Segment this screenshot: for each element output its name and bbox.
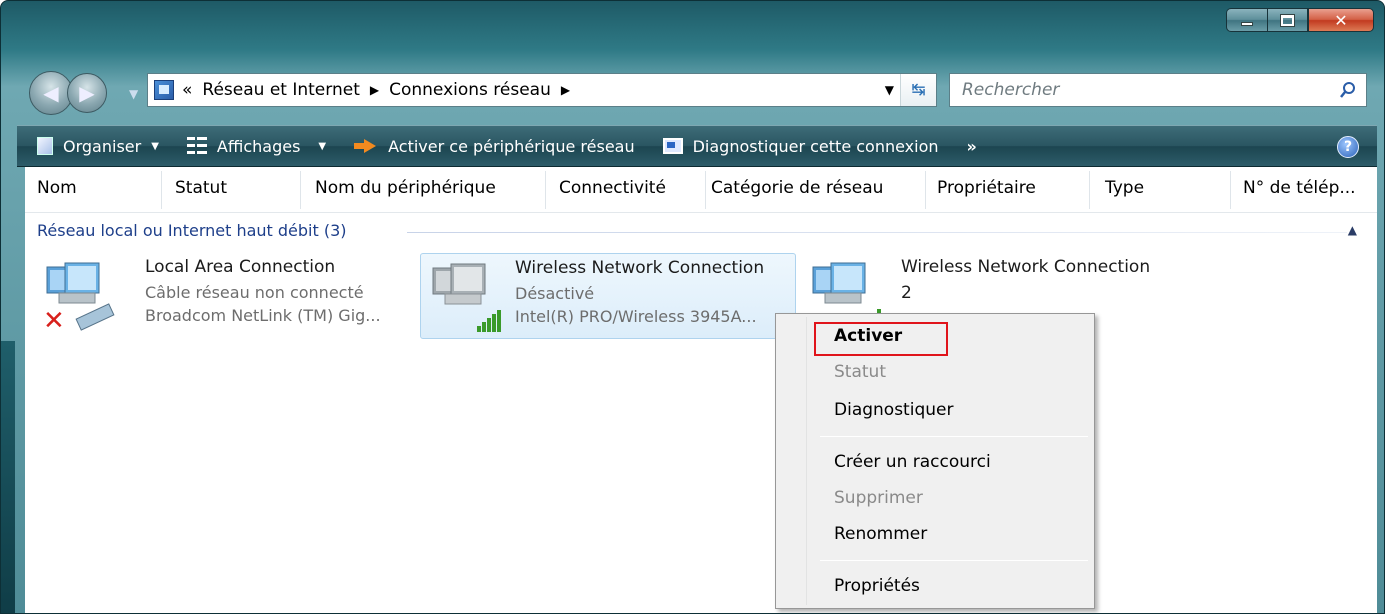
breadcrumb-network-internet[interactable]: Réseau et Internet [202, 80, 359, 100]
column-divider[interactable] [925, 171, 926, 209]
column-divider[interactable] [1089, 171, 1090, 209]
activate-device-label: Activer ce périphérique réseau [388, 136, 635, 156]
connection-name-suffix: 2 [901, 283, 912, 303]
menu-item-delete[interactable]: Supprimer [834, 488, 923, 508]
network-computer-disabled-icon [432, 263, 501, 332]
menu-separator [820, 560, 1088, 561]
connection-name: Local Area Connection [145, 257, 336, 277]
minimize-button[interactable] [1226, 8, 1267, 32]
column-header-type[interactable]: Type [1105, 178, 1144, 198]
close-icon: ✕ [1334, 10, 1348, 30]
menu-item-activate[interactable]: Activer [834, 326, 902, 346]
search-input[interactable]: Rechercher [962, 80, 1059, 100]
menu-item-diagnose[interactable]: Diagnostiquer [834, 400, 953, 420]
column-divider[interactable] [161, 171, 162, 209]
search-box[interactable]: Rechercher [949, 73, 1367, 107]
column-header-phone-number[interactable]: N° de télép... [1243, 178, 1356, 198]
menu-separator [820, 436, 1088, 437]
organize-icon [37, 137, 53, 155]
close-button[interactable]: ✕ [1308, 8, 1374, 32]
help-icon[interactable]: ? [1337, 136, 1359, 158]
navigation-bar: ◀ ▶ ▼ « Réseau et Internet ▶ Connexions … [29, 63, 1369, 119]
column-divider[interactable] [705, 171, 706, 209]
column-header-status[interactable]: Statut [175, 178, 227, 198]
views-label: Affichages [216, 136, 301, 156]
maximize-button[interactable] [1267, 8, 1308, 32]
address-dropdown-icon[interactable]: ▼ [885, 83, 894, 97]
svg-text:✕: ✕ [43, 306, 65, 333]
connection-name: Wireless Network Connection [515, 258, 765, 278]
menu-gutter [806, 317, 807, 605]
collapse-chevron-icon[interactable]: ▲ [1348, 223, 1357, 237]
column-header-owner[interactable]: Propriétaire [937, 178, 1036, 198]
arrow-right-icon [354, 139, 378, 153]
search-icon[interactable] [1338, 80, 1358, 100]
recent-pages-dropdown[interactable]: ▼ [129, 87, 138, 101]
back-arrow-icon: ◀ [43, 81, 59, 105]
column-divider[interactable] [300, 171, 301, 209]
column-divider[interactable] [1230, 171, 1231, 209]
menu-item-properties[interactable]: Propriétés [834, 576, 920, 596]
forward-button[interactable]: ▶ [67, 73, 107, 113]
views-icon [186, 137, 207, 155]
connection-item-local-area[interactable]: ✕ Local Area Connection Câble réseau non… [35, 253, 415, 339]
breadcrumb-network-connections[interactable]: Connexions réseau [389, 80, 551, 100]
network-computer-icon: ✕ [43, 262, 115, 333]
diagnose-connection-label: Diagnostiquer cette connexion [692, 136, 939, 156]
network-folder-icon [154, 80, 174, 100]
connection-status: Câble réseau non connecté [145, 283, 364, 302]
command-toolbar: Organiser ▼ Affichages ▼ Activer ce péri… [17, 125, 1377, 167]
menu-item-status[interactable]: Statut [834, 362, 886, 382]
forward-arrow-icon: ▶ [79, 81, 95, 105]
column-headers: Nom Statut Nom du périphérique Connectiv… [25, 167, 1377, 213]
column-header-network-category[interactable]: Catégorie de réseau [711, 178, 883, 198]
connection-device: Intel(R) PRO/Wireless 3945A... [515, 307, 757, 326]
context-menu: Activer Statut Diagnostiquer Créer un ra… [775, 313, 1095, 609]
diagnose-icon [662, 138, 683, 154]
maximize-icon [1281, 14, 1294, 26]
file-list-area: Nom Statut Nom du périphérique Connectiv… [25, 167, 1377, 613]
column-header-connectivity[interactable]: Connectivité [559, 178, 666, 198]
organize-label: Organiser [63, 136, 142, 156]
caption-buttons: ✕ [1226, 8, 1374, 36]
group-header[interactable]: Réseau local ou Internet haut débit (3) [37, 221, 347, 240]
connection-name: Wireless Network Connection [901, 257, 1151, 277]
column-divider[interactable] [545, 171, 546, 209]
activate-device-button[interactable]: Activer ce périphérique réseau [354, 137, 635, 156]
window-frame [1, 341, 15, 613]
connection-status: Désactivé [515, 284, 595, 303]
minimize-icon [1241, 22, 1253, 26]
group-divider [407, 232, 1347, 233]
chevron-down-icon: ▼ [151, 140, 159, 152]
refresh-icon[interactable]: ↹ [900, 74, 936, 106]
breadcrumb-overflow[interactable]: « [182, 80, 192, 100]
explorer-window: ✕ ◀ ▶ ▼ « Réseau et Internet ▶ Connexion… [0, 0, 1385, 614]
menu-item-rename[interactable]: Renommer [834, 524, 927, 544]
column-header-device-name[interactable]: Nom du périphérique [315, 178, 496, 198]
organize-button[interactable]: Organiser ▼ [37, 137, 159, 156]
connection-device: Broadcom NetLink (TM) Gig... [145, 306, 381, 325]
more-commands-button[interactable]: » [967, 137, 977, 156]
views-button[interactable]: Affichages ▼ [186, 136, 327, 156]
column-header-name[interactable]: Nom [37, 178, 77, 198]
chevron-down-icon: ▼ [318, 140, 327, 152]
diagnose-connection-button[interactable]: Diagnostiquer cette connexion [662, 136, 939, 156]
menu-item-create-shortcut[interactable]: Créer un raccourci [834, 452, 991, 472]
connection-item-wireless[interactable]: Wireless Network Connection Désactivé In… [420, 253, 796, 339]
breadcrumb-separator-icon[interactable]: ▶ [370, 83, 379, 97]
breadcrumb-separator-icon[interactable]: ▶ [561, 83, 570, 97]
address-bar[interactable]: « Réseau et Internet ▶ Connexions réseau… [147, 73, 937, 107]
